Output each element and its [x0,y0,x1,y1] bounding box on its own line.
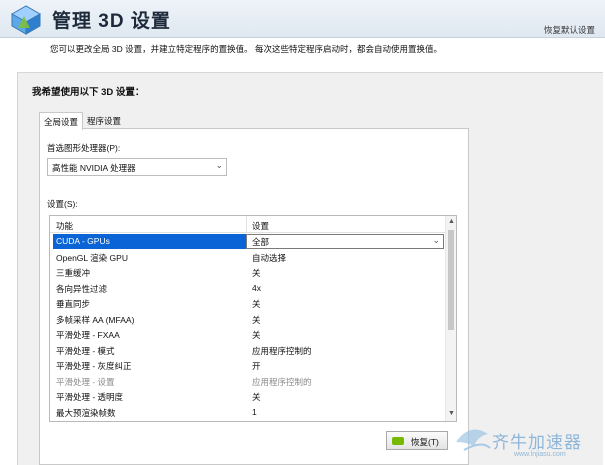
restore-defaults-link[interactable]: 恢复默认设置 [544,24,595,36]
feature-name: 平滑处理 - 设置 [56,376,115,387]
vertical-scrollbar[interactable]: ▲ ▼ [445,216,456,421]
page-description: 您可以更改全局 3D 设置，并建立特定程序的置换值。 每次这些特定程序启动时，都… [50,44,442,54]
table-row[interactable]: CUDA - GPUs ⌄ 全部 [50,234,446,250]
feature-name: 垂直同步 [56,299,91,309]
feature-name: 多帧采样 AA (MFAA) [56,314,135,325]
restore-button-label: 恢复(T) [411,437,439,447]
chevron-down-icon[interactable]: ⌄ [432,235,440,246]
feature-name: 平滑处理 - FXAA [56,330,120,340]
setting-value: 应用程序控制的 [252,376,312,387]
feature-name: OpenGL 渲染 GPU [56,252,128,263]
setting-value: 开 [252,361,261,371]
chevron-down-icon: ⌄ [215,160,223,170]
feature-name: 各向异性过滤 [56,283,108,294]
table-row[interactable]: 平滑处理 - 灰度纠正 开 [50,358,446,374]
column-divider[interactable] [246,216,247,233]
table-row[interactable]: 平滑处理 - 模式 应用程序控制的 [50,343,446,359]
table-row[interactable]: 各向异性过滤 4x [50,281,446,297]
table-row[interactable]: OpenGL 渲染 GPU 自动选择 [50,250,446,266]
restore-button[interactable]: 恢复(T) [386,431,448,450]
scroll-up-arrow-icon[interactable]: ▲ [448,218,455,225]
nvidia-icon [392,437,404,445]
preferred-gpu-select[interactable]: 高性能 NVIDIA 处理器 ⌄ [47,158,227,176]
feature-name: 平滑处理 - 透明度 [56,392,124,402]
setting-value: 自动选择 [252,252,287,263]
feature-name: 三重缓冲 [56,268,91,278]
setting-value: 关 [252,330,261,340]
setting-value: 关 [252,299,261,309]
header-bar: 管理 3D 设置 恢复默认设置 [0,0,605,38]
settings-label: 设置(S): [47,199,78,209]
setting-value: 关 [252,268,261,278]
column-header-feature[interactable]: 功能 [56,220,73,232]
setting-value: 1 [252,406,257,417]
table-row[interactable]: 多帧采样 AA (MFAA) 关 [50,312,446,328]
setting-value: 关 [252,392,261,402]
setting-value: 关 [252,314,261,325]
column-header-setting[interactable]: 设置 [252,220,269,232]
setting-value: 全部 [252,237,270,247]
tab-global-settings[interactable]: 全局设置 [39,112,84,130]
table-row[interactable]: 平滑处理 - 透明度 关 [50,389,446,405]
scrollbar-thumb[interactable] [448,230,454,330]
table-row[interactable]: 垂直同步 关 [50,296,446,312]
setting-value-dropdown[interactable]: ⌄ [246,234,444,249]
page-title: 管理 3D 设置 [52,11,171,32]
setting-value: 应用程序控制的 [252,345,312,356]
tab-program-settings[interactable]: 程序设置 [83,112,125,129]
setting-value: 4x [252,282,261,293]
feature-name: 最大预渲染帧数 [56,407,116,418]
feature-name: 平滑处理 - 模式 [56,345,115,356]
table-row[interactable]: 三重缓冲 关 [50,265,446,281]
list-header: 功能 设置 [50,216,446,233]
section-title: 我希望使用以下 3D 设置： [32,87,145,98]
feature-name: CUDA - GPUs [56,236,110,246]
3d-settings-icon [10,5,42,35]
table-row[interactable]: 最大预渲染帧数 1 [50,405,446,421]
watermark-url: www.lnjiasu.com [514,451,566,458]
table-row[interactable]: 平滑处理 - FXAA 关 [50,327,446,343]
preferred-gpu-value: 高性能 NVIDIA 处理器 [52,163,136,173]
watermark-text: 齐牛加速器 [492,433,582,452]
feature-name: 平滑处理 - 灰度纠正 [56,361,132,371]
preferred-gpu-label: 首选图形处理器(P): [47,143,121,153]
settings-list[interactable]: 功能 设置 CUDA - GPUs ⌄ 全部 OpenGL 渲染 GPU 自动选… [49,215,457,422]
table-row[interactable]: 平滑处理 - 设置 应用程序控制的 [50,374,446,390]
